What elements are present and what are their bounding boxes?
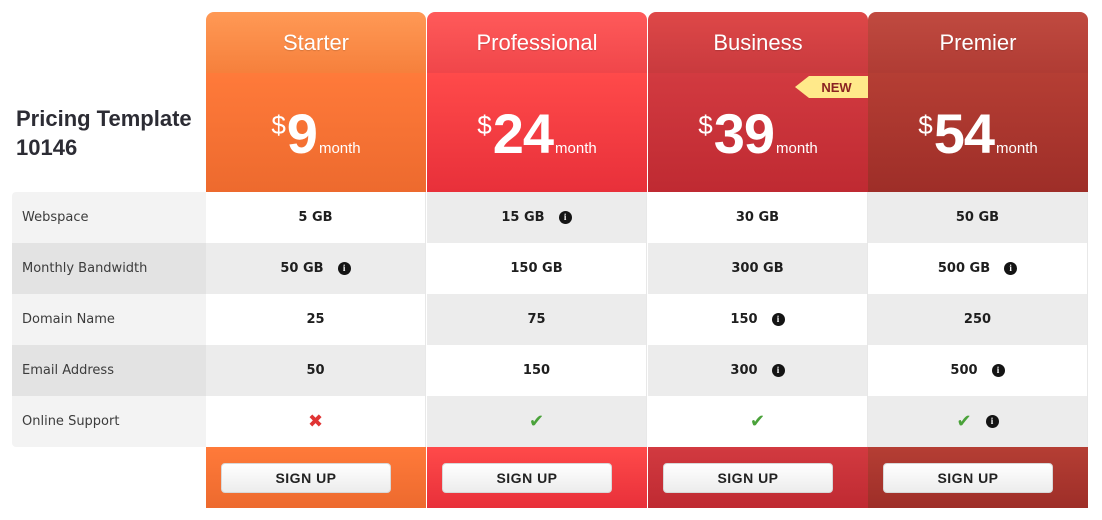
- plan-cell: 500 GB i: [868, 243, 1088, 294]
- info-icon[interactable]: i: [337, 262, 351, 275]
- plan-cell: 25: [206, 294, 426, 345]
- price-currency: $: [698, 109, 713, 140]
- plan-cell: 150 GB: [427, 243, 647, 294]
- plan-column-premier: Premier $ 54 month 50 GB 500 GB i 250 500…: [868, 12, 1088, 508]
- plan-cell: 5 GB: [206, 192, 426, 243]
- plan-cell: ✖: [206, 396, 426, 447]
- info-icon[interactable]: i: [985, 415, 999, 428]
- plan-cell: 250: [868, 294, 1088, 345]
- price-amount: 54: [933, 101, 995, 165]
- price-amount: 24: [492, 101, 554, 165]
- plan-name: Professional: [427, 12, 647, 73]
- price-amount: 39: [713, 101, 775, 165]
- plan-cell: ✔ i: [868, 396, 1088, 447]
- price-period: month: [996, 139, 1038, 157]
- plan-footer: SIGN UP: [868, 447, 1088, 508]
- info-icon[interactable]: i: [771, 313, 785, 326]
- plan-cell: 300 GB: [648, 243, 868, 294]
- price-period: month: [318, 139, 361, 157]
- plan-footer: SIGN UP: [427, 447, 647, 508]
- plan-cell: 50: [206, 345, 426, 396]
- plan-column-professional: Professional $ 24 month 15 GB i 150 GB 75…: [427, 12, 647, 508]
- price-currency: $: [918, 109, 933, 140]
- plan-cell: ✔: [648, 396, 868, 447]
- price-amount: 9: [286, 101, 318, 165]
- feature-label: Email Address: [12, 345, 207, 396]
- plan-name: Premier: [868, 12, 1088, 73]
- feature-label: Webspace: [12, 192, 207, 243]
- plan-cell: 30 GB: [648, 192, 868, 243]
- signup-button[interactable]: SIGN UP: [883, 462, 1053, 493]
- price-currency: $: [477, 109, 492, 140]
- plan-cell: 300 i: [648, 345, 868, 396]
- plan-price: NEW $ 39 month: [648, 73, 868, 192]
- plan-cell: 15 GB i: [427, 192, 647, 243]
- plan-name: Starter: [206, 12, 426, 73]
- signup-button[interactable]: SIGN UP: [221, 462, 391, 493]
- plan-footer: SIGN UP: [648, 447, 868, 508]
- info-icon[interactable]: i: [771, 364, 785, 377]
- price-period: month: [776, 139, 818, 157]
- plan-cell: 150: [427, 345, 647, 396]
- check-icon: ✔: [528, 411, 545, 432]
- plan-column-starter: Starter $ 9 month 5 GB 50 GB i 25 50 ✖ SI…: [206, 12, 426, 508]
- plan-cell: 75: [427, 294, 647, 345]
- plan-cell: ✔: [427, 396, 647, 447]
- signup-button[interactable]: SIGN UP: [663, 462, 833, 493]
- plan-cell: 50 GB: [868, 192, 1088, 243]
- check-icon: ✔: [956, 411, 972, 432]
- plan-name: Business: [648, 12, 868, 73]
- plan-cell: 500 i: [868, 345, 1088, 396]
- plan-column-business: Business NEW $ 39 month 30 GB 300 GB 150…: [648, 12, 868, 508]
- check-icon: ✔: [749, 411, 766, 432]
- feature-list: Webspace Monthly Bandwidth Domain Name E…: [12, 192, 207, 447]
- info-icon[interactable]: i: [558, 211, 572, 224]
- feature-label: Monthly Bandwidth: [12, 243, 207, 294]
- plan-price: $ 24 month: [427, 73, 647, 192]
- price-currency: $: [271, 109, 286, 140]
- new-badge: NEW: [795, 76, 868, 98]
- info-icon[interactable]: i: [991, 364, 1005, 377]
- plan-cell: 150 i: [648, 294, 868, 345]
- feature-label: Domain Name: [12, 294, 207, 345]
- plan-price: $ 9 month: [206, 73, 426, 192]
- plan-cell: 50 GB i: [206, 243, 426, 294]
- price-period: month: [555, 139, 597, 157]
- info-icon[interactable]: i: [1004, 262, 1018, 275]
- signup-button[interactable]: SIGN UP: [442, 462, 612, 493]
- cross-icon: ✖: [307, 411, 324, 432]
- plan-footer: SIGN UP: [206, 447, 426, 508]
- page-title: Pricing Template 10146: [16, 106, 192, 160]
- plan-price: $ 54 month: [868, 73, 1088, 192]
- feature-label: Online Support: [12, 396, 207, 447]
